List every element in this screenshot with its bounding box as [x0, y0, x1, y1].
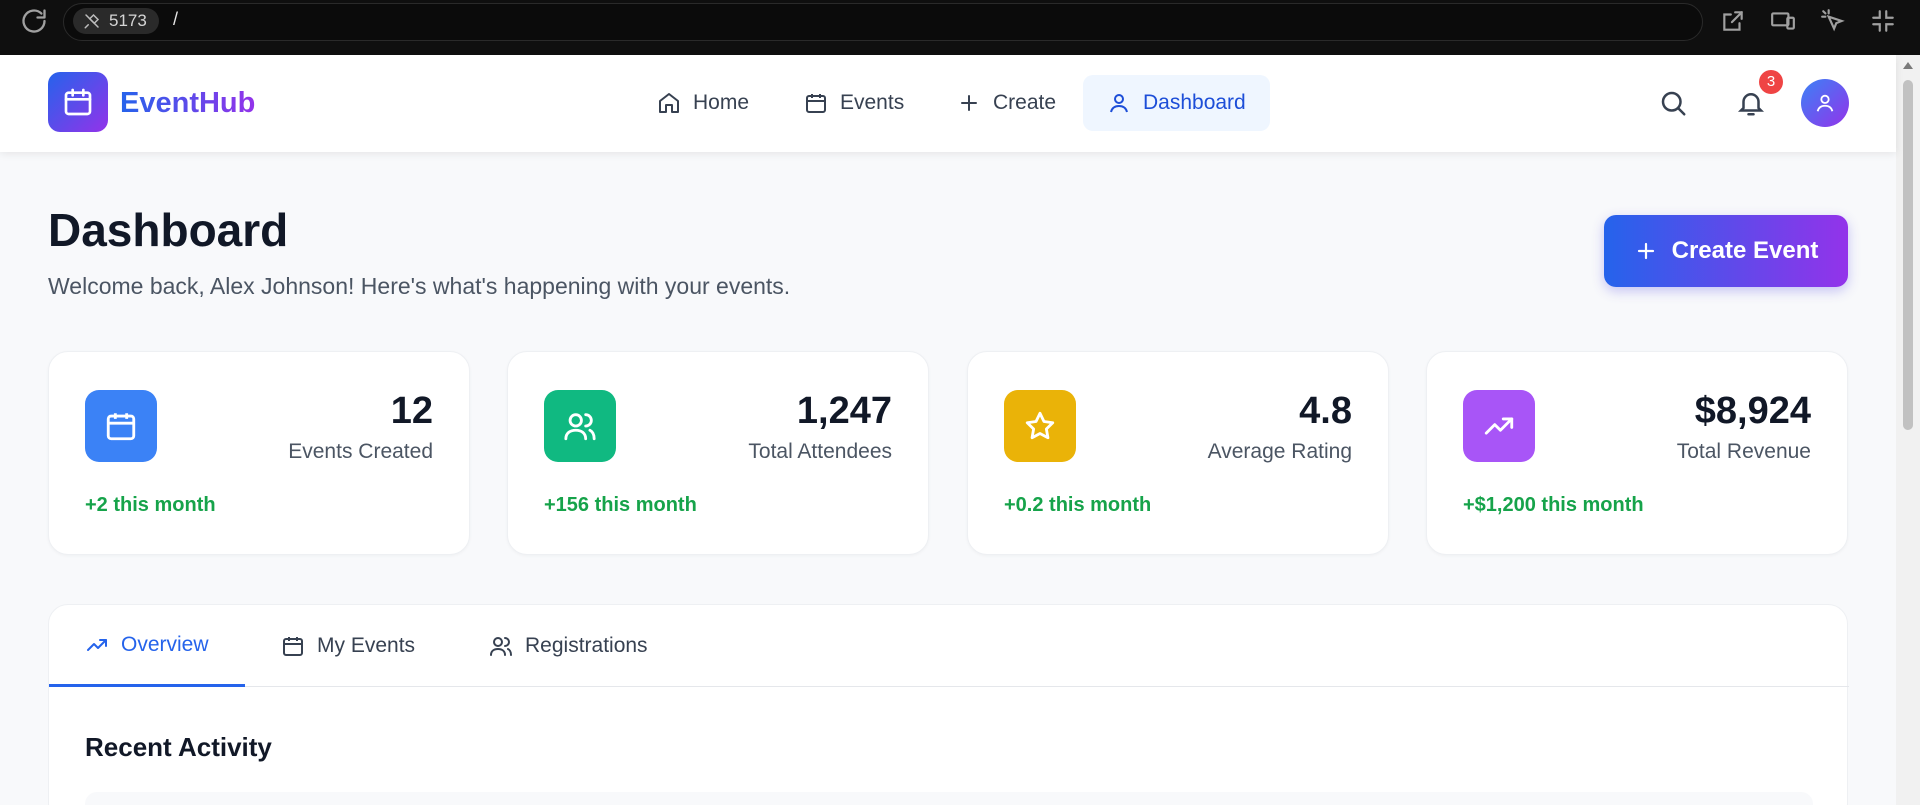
tab-overview[interactable]: Overview — [49, 605, 245, 687]
star-icon — [1025, 411, 1055, 440]
calendar-icon — [64, 88, 92, 116]
stat-change: +$1,200 this month — [1463, 494, 1644, 516]
stat-value: 12 — [390, 390, 433, 432]
recent-activity-list — [85, 792, 1813, 805]
address-bar[interactable] — [63, 3, 1703, 41]
cursor-select-icon[interactable] — [1820, 8, 1848, 36]
users-icon — [564, 413, 596, 441]
stat-value: 4.8 — [1299, 390, 1352, 432]
nav-home[interactable]: Home — [633, 75, 773, 131]
stat-label: Events Created — [288, 440, 433, 463]
stat-value: 1,247 — [796, 390, 892, 432]
avatar[interactable] — [1801, 79, 1849, 127]
collapse-icon[interactable] — [1870, 8, 1898, 36]
notification-badge: 3 — [1759, 70, 1783, 94]
top-navbar: EventHub Home Events Create Dashboard — [0, 55, 1896, 152]
stat-icon-box — [1004, 390, 1076, 462]
trending-up-icon — [1484, 417, 1514, 435]
nav-create[interactable]: Create — [933, 75, 1080, 131]
stat-label: Average Rating — [1207, 440, 1352, 463]
tab-registrations[interactable]: Registrations — [453, 605, 684, 687]
plus-icon — [961, 95, 977, 111]
home-icon — [659, 93, 679, 113]
scrollbar-thumb[interactable] — [1903, 80, 1913, 430]
plus-icon — [1637, 242, 1654, 260]
stat-card-revenue: $8,924 Total Revenue +$1,200 this month — [1426, 351, 1848, 555]
nav-home-label: Home — [693, 91, 750, 114]
stat-value: $8,924 — [1694, 390, 1811, 432]
page-scrollbar[interactable] — [1896, 55, 1920, 805]
stat-change: +156 this month — [544, 494, 697, 516]
create-event-button[interactable]: Create Event — [1604, 215, 1848, 287]
users-icon — [490, 637, 512, 656]
nav-events[interactable]: Events — [780, 75, 928, 131]
tab-bar: Overview My Events Registrations — [49, 605, 1849, 687]
stat-label: Total Revenue — [1676, 440, 1811, 463]
calendar-icon — [806, 94, 826, 113]
search-button[interactable] — [1653, 83, 1693, 123]
page-title: Dashboard — [48, 204, 289, 256]
search-icon — [1661, 91, 1686, 116]
dashboard-panel: Overview My Events Registrations Recent … — [48, 604, 1849, 805]
stat-card-attendees: 1,247 Total Attendees +156 this month — [507, 351, 929, 555]
browser-toolbar: 5173 / — [0, 0, 1920, 55]
stat-icon-box — [1463, 390, 1535, 462]
user-icon — [1816, 94, 1834, 112]
stat-label: Total Attendees — [748, 440, 892, 463]
stat-change: +0.2 this month — [1004, 494, 1152, 516]
calendar-icon — [106, 413, 136, 441]
nav-dashboard-label: Dashboard — [1143, 91, 1246, 114]
device-toggle-icon[interactable] — [1770, 8, 1798, 36]
brand-name[interactable]: EventHub — [120, 87, 255, 120]
stat-change: +2 this month — [85, 494, 216, 516]
stat-card-rating: 4.8 Average Rating +0.2 this month — [967, 351, 1389, 555]
stat-icon-box — [544, 390, 616, 462]
nav-create-label: Create — [993, 91, 1057, 114]
url-path: / — [173, 9, 179, 29]
reload-icon[interactable] — [20, 7, 48, 35]
page-subtitle: Welcome back, Alex Johnson! Here's what'… — [48, 273, 791, 299]
tab-overview-label: Overview — [121, 632, 209, 656]
tab-registrations-label: Registrations — [525, 634, 648, 657]
tab-my-events-label: My Events — [317, 634, 416, 657]
nav-dashboard[interactable]: Dashboard — [1083, 75, 1270, 131]
port-chip[interactable]: 5173 — [73, 8, 159, 34]
create-event-label: Create Event — [1671, 237, 1819, 264]
port-label: 5173 — [109, 11, 147, 30]
open-external-icon[interactable] — [1720, 8, 1748, 36]
trending-up-icon — [87, 638, 107, 651]
stat-card-events: 12 Events Created +2 this month — [48, 351, 470, 555]
bell-icon — [1737, 93, 1765, 116]
recent-activity-title: Recent Activity — [85, 732, 272, 762]
logo[interactable] — [48, 72, 108, 132]
tab-my-events[interactable]: My Events — [245, 605, 451, 687]
nav-events-label: Events — [840, 91, 905, 114]
user-icon — [1110, 94, 1128, 113]
calendar-icon — [283, 637, 303, 656]
stat-icon-box — [85, 390, 157, 462]
plug-icon — [84, 13, 100, 29]
scroll-up-arrow-icon[interactable] — [1903, 62, 1913, 69]
